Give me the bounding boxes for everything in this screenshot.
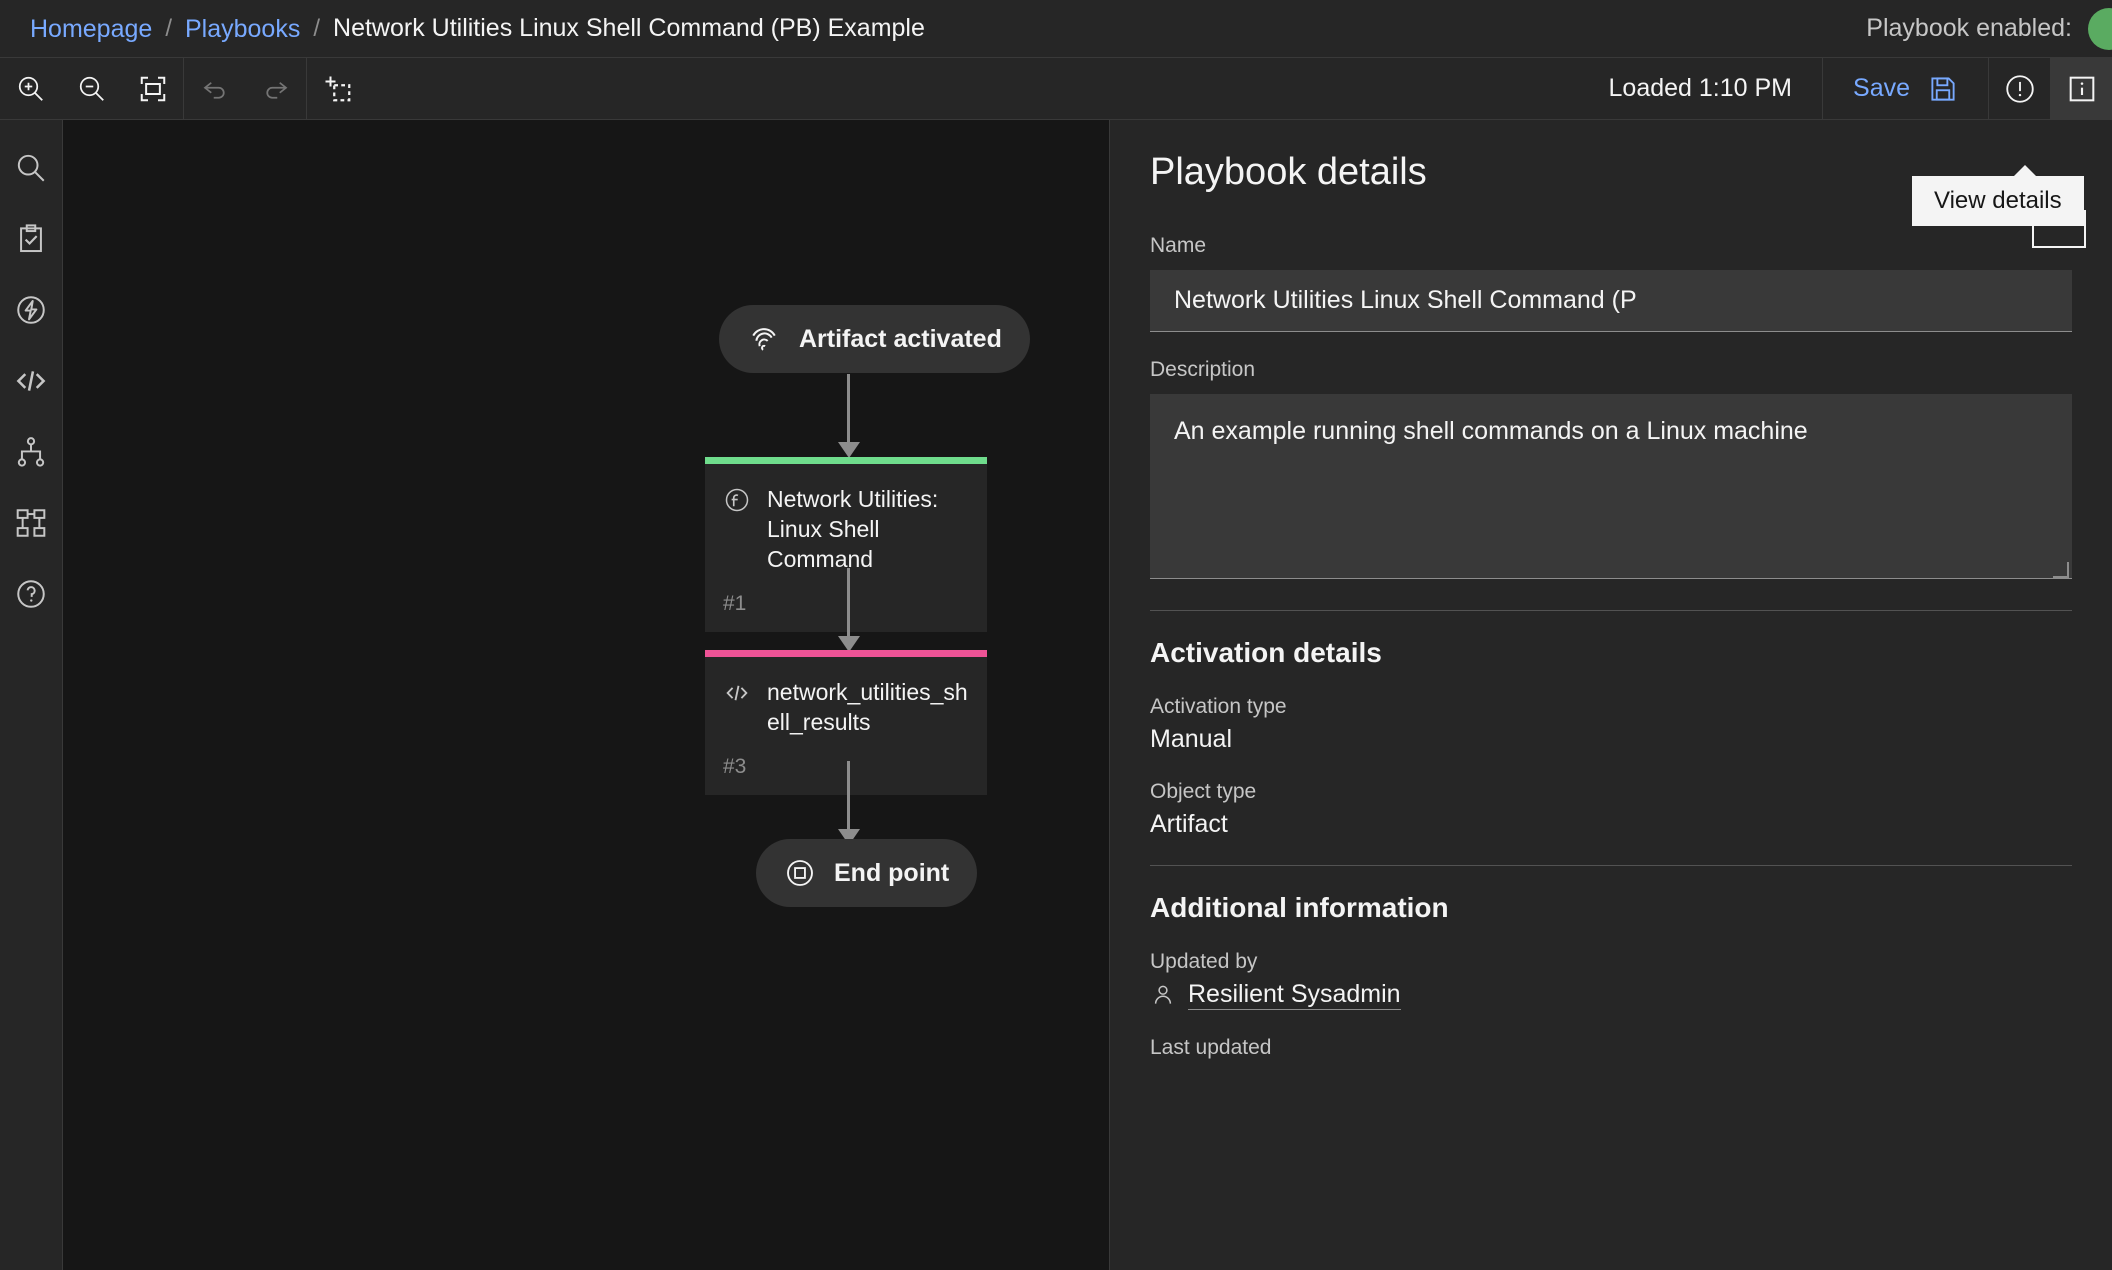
activation-type-row: Activation type Manual <box>1150 695 2072 754</box>
additional-information-heading: Additional information <box>1150 892 1449 923</box>
activation-details-heading: Activation details <box>1150 637 1382 668</box>
playbook-enabled-toggle[interactable] <box>2088 7 2112 50</box>
canvas-node-artifact-activated[interactable]: Artifact activated <box>719 305 1030 373</box>
hierarchy-icon <box>17 436 45 467</box>
save-button[interactable]: Save <box>1823 58 1988 119</box>
sitemap-icon <box>16 508 46 537</box>
updated-by-value[interactable]: Resilient Sysadmin <box>1188 980 1401 1010</box>
canvas-node-artifact-activated-label: Artifact activated <box>799 324 1002 353</box>
activation-type-label: Activation type <box>1150 695 1287 718</box>
playbook-enabled-control: Playbook enabled: <box>1866 7 2112 50</box>
breadcrumb: Homepage / Playbooks / Network Utilities… <box>0 13 925 45</box>
breadcrumb-bar: Homepage / Playbooks / Network Utilities… <box>0 0 2112 58</box>
canvas-node-function-title: Network Utilities: Linux Shell Command <box>767 486 939 572</box>
marquee-select-button[interactable] <box>307 58 368 119</box>
redo-icon <box>265 81 287 99</box>
playbook-canvas[interactable]: Artifact activated Network Utilities: Li… <box>64 120 1108 1270</box>
code-icon <box>723 679 751 737</box>
canvas-node-end-point-label: End point <box>834 858 950 887</box>
zoom-out-button[interactable] <box>61 58 122 119</box>
playbook-details-panel: Playbook details Name Description Activa… <box>1109 120 2112 1270</box>
breadcrumb-separator-1: / <box>165 14 172 42</box>
editor-toolbar: Loaded 1:10 PM Save <box>0 58 2112 120</box>
zoom-in-icon <box>18 76 43 101</box>
name-field-block: Name <box>1150 234 2072 332</box>
marquee-select-icon <box>325 76 350 101</box>
last-updated-row: Last updated <box>1150 1036 2072 1060</box>
zoom-controls <box>0 58 183 119</box>
canvas-node-function-id: #1 <box>723 592 747 615</box>
canvas-node-function-accent <box>705 457 987 464</box>
canvas-node-script-accent <box>705 650 987 657</box>
tool-rail <box>0 120 63 1270</box>
sidebar-item-functions[interactable] <box>0 274 63 345</box>
sidebar-item-subplaybooks[interactable] <box>0 487 63 558</box>
canvas-node-function[interactable]: Network Utilities: Linux Shell Command #… <box>705 457 987 632</box>
divider-additional <box>1150 865 2072 866</box>
name-input[interactable] <box>1150 270 2072 332</box>
code-icon <box>16 370 46 391</box>
selection-controls <box>307 58 368 119</box>
save-button-label: Save <box>1853 74 1910 102</box>
name-field-label: Name <box>1150 234 1207 257</box>
object-type-row: Object type Artifact <box>1150 780 2072 839</box>
updated-by-label: Updated by <box>1150 950 1258 973</box>
fit-to-screen-button[interactable] <box>122 58 183 119</box>
fit-screen-icon <box>140 76 165 101</box>
sidebar-item-scripts[interactable] <box>0 345 63 416</box>
fingerprint-icon <box>752 328 776 351</box>
lightning-circle-icon <box>17 295 45 324</box>
zoom-in-button[interactable] <box>0 58 61 119</box>
zoom-out-icon <box>79 76 104 101</box>
description-textarea[interactable] <box>1150 394 2072 579</box>
breadcrumb-playbooks-link[interactable]: Playbooks <box>185 13 300 45</box>
canvas-node-script-id: #3 <box>723 755 747 778</box>
description-field-block: Description <box>1150 358 2072 584</box>
playbook-enabled-label: Playbook enabled: <box>1866 14 2072 42</box>
canvas-node-end-point[interactable]: End point <box>756 839 978 907</box>
clipboard-check-icon <box>20 223 42 252</box>
information-square-icon <box>2069 76 2094 101</box>
warning-button[interactable] <box>1989 58 2050 119</box>
help-circle-icon <box>17 579 45 608</box>
divider-activation <box>1150 610 2072 611</box>
view-details-button[interactable] <box>2051 58 2112 119</box>
object-type-label: Object type <box>1150 780 1257 803</box>
search-icon <box>17 154 45 181</box>
undo-icon <box>203 81 225 99</box>
view-details-tooltip: View details <box>1912 165 2084 226</box>
function-icon <box>723 486 751 574</box>
save-floppy-icon <box>1931 76 1955 101</box>
warning-circle-icon <box>2005 74 2034 103</box>
canvas-node-script[interactable]: network_utilities_shell_results #3 <box>705 650 987 795</box>
sidebar-item-tasks[interactable] <box>0 203 63 274</box>
sidebar-item-help[interactable] <box>0 558 63 629</box>
undo-button[interactable] <box>184 58 245 119</box>
breadcrumb-separator-2: / <box>313 14 321 42</box>
updated-by-row: Updated by Resilient Sysadmin <box>1150 950 2072 1010</box>
textarea-resize-handle[interactable] <box>2053 562 2069 578</box>
sidebar-item-search[interactable] <box>0 132 63 203</box>
sidebar-item-decisions[interactable] <box>0 416 63 487</box>
last-updated-label: Last updated <box>1150 1036 1272 1059</box>
endpoint-icon <box>787 860 813 886</box>
breadcrumb-home-link[interactable]: Homepage <box>30 13 152 45</box>
description-field-label: Description <box>1150 358 1256 381</box>
user-icon <box>1154 985 1172 1004</box>
canvas-node-script-title: network_utilities_shell_results <box>767 679 968 735</box>
breadcrumb-current-page: Network Utilities Linux Shell Command (P… <box>333 14 925 42</box>
loaded-timestamp: Loaded 1:10 PM <box>1608 74 1793 102</box>
activation-type-value: Manual <box>1150 725 1232 753</box>
redo-button[interactable] <box>245 58 306 119</box>
object-type-value: Artifact <box>1150 810 1228 838</box>
history-controls <box>184 58 306 119</box>
